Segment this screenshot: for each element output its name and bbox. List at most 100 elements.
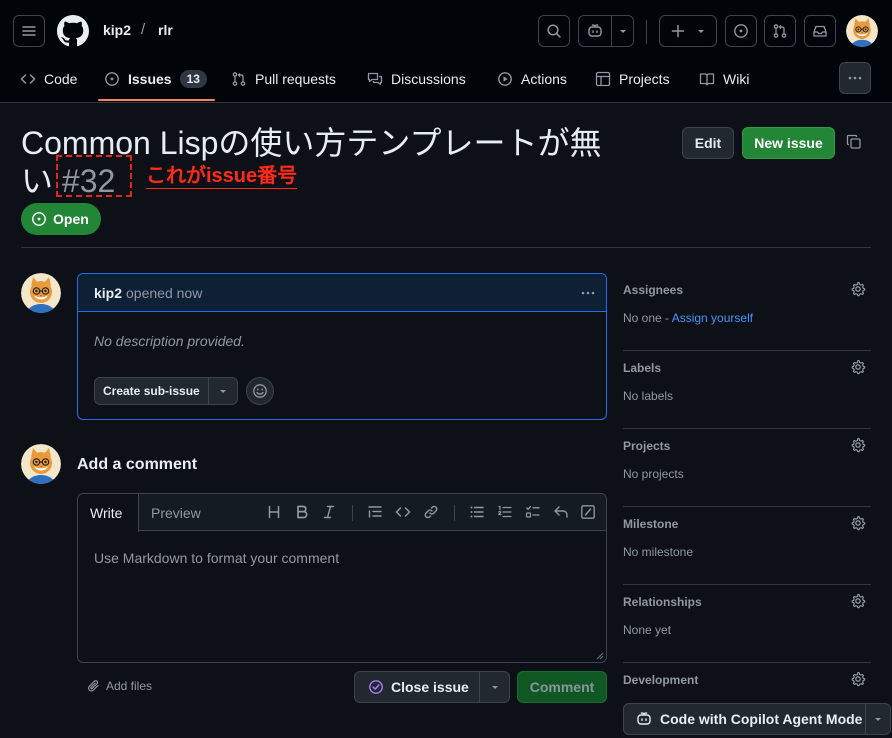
tab-write[interactable]: Write <box>78 494 139 532</box>
search-button[interactable] <box>538 15 570 47</box>
slash-command-icon[interactable] <box>580 504 596 520</box>
comment-submit-button[interactable]: Comment <box>517 671 607 703</box>
tab-preview[interactable]: Preview <box>139 494 213 531</box>
issue-number-highlight-box <box>56 155 132 197</box>
smiley-icon <box>253 384 267 398</box>
comment-textarea[interactable]: Use Markdown to format your comment <box>94 550 339 566</box>
more-tabs-button[interactable] <box>839 62 871 94</box>
bold-icon[interactable] <box>294 504 310 520</box>
tab-pull-requests-label: Pull requests <box>255 71 336 87</box>
create-new-button[interactable] <box>659 15 717 47</box>
edit-title-button[interactable]: Edit <box>682 127 734 159</box>
github-logo-icon[interactable] <box>57 15 89 47</box>
create-sub-issue-label[interactable]: Create sub-issue <box>95 378 209 404</box>
tab-code[interactable]: Code <box>20 68 77 90</box>
close-issue-dropdown[interactable] <box>480 672 509 702</box>
close-issue-button[interactable]: Close issue <box>354 671 510 703</box>
tab-wiki[interactable]: Wiki <box>699 68 749 90</box>
comment-options-icon[interactable] <box>580 285 596 301</box>
add-comment-heading: Add a comment <box>77 456 198 473</box>
code-icon[interactable] <box>395 504 411 520</box>
gear-icon[interactable] <box>850 671 866 687</box>
reply-icon[interactable] <box>553 504 569 520</box>
sidebar-labels: Labels No labels <box>623 351 871 429</box>
add-reaction-button[interactable] <box>246 377 274 405</box>
tab-code-label: Code <box>44 71 78 87</box>
menu-button[interactable] <box>13 15 45 47</box>
issues-shortcut-button[interactable] <box>725 15 757 47</box>
sidebar-assignees-value: No one - Assign yourself <box>623 311 753 325</box>
header-divider <box>646 20 647 44</box>
comment-discussion-icon <box>367 72 383 86</box>
tab-projects[interactable]: Projects <box>595 68 670 90</box>
breadcrumb-repo[interactable]: rlr <box>158 22 173 38</box>
italic-icon[interactable] <box>321 504 337 520</box>
copy-icon[interactable] <box>846 134 862 150</box>
comment-body: No description provided. <box>94 333 245 349</box>
tab-actions[interactable]: Actions <box>497 68 567 90</box>
add-files-button[interactable]: Add files <box>87 679 152 693</box>
sidebar-milestone-value: No milestone <box>623 545 694 559</box>
tab-issues-label: Issues <box>128 71 172 87</box>
sidebar-relationships: Relationships None yet <box>623 585 871 663</box>
sidebar-milestone: Milestone No milestone <box>623 507 871 585</box>
issue-state-badge: Open <box>21 203 101 235</box>
comment-timestamp[interactable]: opened now <box>126 285 202 301</box>
quote-icon[interactable] <box>367 504 383 520</box>
copilot-agent-button[interactable]: Code with Copilot Agent Mode <box>623 703 891 735</box>
sidebar-projects: Projects No projects <box>623 429 871 507</box>
resize-handle-icon[interactable] <box>596 652 604 660</box>
copilot-button[interactable] <box>578 15 634 47</box>
gear-icon[interactable] <box>850 593 866 609</box>
gear-icon[interactable] <box>850 281 866 297</box>
current-user-avatar[interactable] <box>21 444 61 484</box>
ordered-list-icon[interactable] <box>497 504 513 520</box>
no-assignee-text: No one - <box>623 311 672 325</box>
title-divider <box>21 247 871 248</box>
create-sub-issue-dropdown[interactable] <box>209 378 237 404</box>
pull-requests-shortcut-button[interactable] <box>764 15 796 47</box>
tab-projects-label: Projects <box>619 71 670 87</box>
copilot-agent-main[interactable]: Code with Copilot Agent Mode <box>624 704 866 734</box>
tab-discussions[interactable]: Discussions <box>367 68 466 90</box>
issue-opened-icon <box>734 24 748 38</box>
heading-icon[interactable] <box>266 504 282 520</box>
inbox-icon <box>813 25 827 37</box>
book-icon <box>699 73 715 86</box>
link-icon[interactable] <box>423 504 439 520</box>
active-tab-indicator <box>98 99 215 101</box>
comment-author-avatar[interactable] <box>21 273 61 313</box>
add-files-label: Add files <box>106 679 153 693</box>
kebab-horizontal-icon <box>848 76 862 80</box>
tab-actions-label: Actions <box>521 71 567 87</box>
triangle-down-icon <box>619 30 626 33</box>
issue-opened-icon <box>105 72 119 86</box>
gear-icon[interactable] <box>850 515 866 531</box>
user-avatar[interactable] <box>846 15 878 47</box>
create-sub-issue-button[interactable]: Create sub-issue <box>94 377 238 405</box>
triangle-down-icon <box>219 390 226 393</box>
unordered-list-icon[interactable] <box>469 504 485 520</box>
copilot-agent-dropdown[interactable] <box>866 704 890 734</box>
close-issue-label: Close issue <box>391 679 469 695</box>
issue-body-comment: kip2 opened now No description provided.… <box>77 273 607 420</box>
tasklist-icon[interactable] <box>525 504 541 520</box>
comment-header: kip2 opened now <box>78 274 606 312</box>
assign-yourself-link[interactable]: Assign yourself <box>672 311 753 325</box>
gear-icon[interactable] <box>850 359 866 375</box>
close-issue-main[interactable]: Close issue <box>355 672 480 702</box>
inbox-button[interactable] <box>804 15 836 47</box>
breadcrumb-owner[interactable]: kip2 <box>103 22 131 38</box>
gear-icon[interactable] <box>850 437 866 453</box>
toolbar-divider <box>454 505 455 521</box>
sidebar-relationships-title: Relationships <box>623 595 702 609</box>
breadcrumb-separator: / <box>141 21 146 38</box>
plus-icon <box>671 24 685 38</box>
git-pull-request-icon <box>232 72 246 86</box>
code-icon <box>20 74 36 84</box>
sidebar-projects-title: Projects <box>623 439 671 453</box>
tab-issues[interactable]: Issues 13 <box>104 68 207 90</box>
tab-pull-requests[interactable]: Pull requests <box>231 68 336 90</box>
comment-author[interactable]: kip2 <box>94 285 122 301</box>
new-issue-button[interactable]: New issue <box>742 127 835 159</box>
